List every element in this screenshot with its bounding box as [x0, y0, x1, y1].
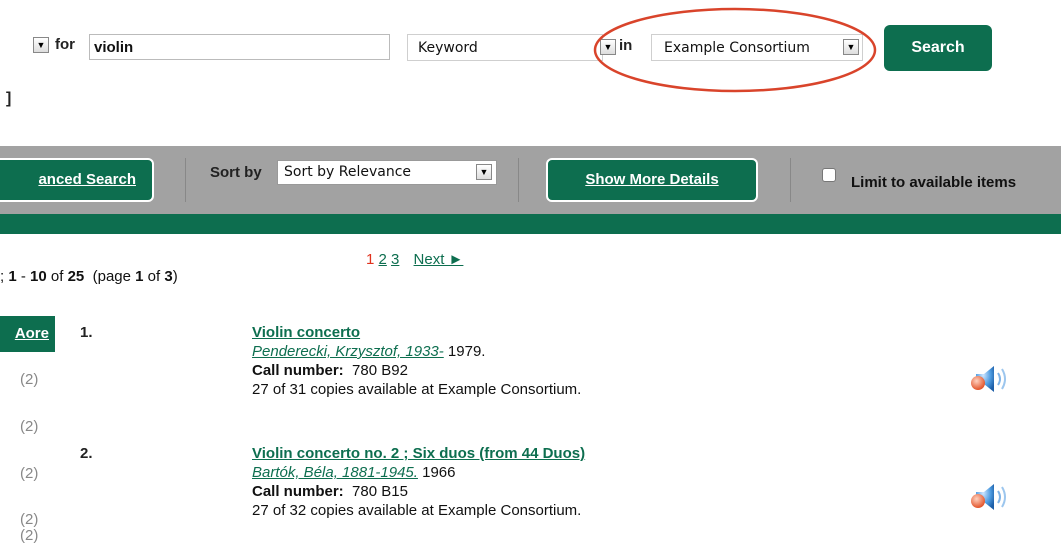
results-summary: ; 1 - 10 of 25 (page 1 of 3)	[0, 251, 178, 285]
advanced-search-button[interactable]: anced Search	[0, 158, 154, 202]
record-number: 2.	[80, 445, 93, 462]
record-author-line: Bartók, Béla, 1881-1945. 1966	[252, 464, 456, 481]
more-button-label: Aore	[14, 325, 49, 342]
results-total: 25	[67, 268, 85, 285]
record-number: 1.	[80, 324, 93, 341]
search-input[interactable]	[89, 34, 390, 60]
page-of: of	[143, 268, 165, 285]
more-button[interactable]: Aore	[0, 316, 55, 352]
limit-checkbox[interactable]	[822, 168, 836, 182]
record-call-number: Call number: 780 B92	[252, 362, 408, 379]
search-type-select[interactable]: Keyword	[407, 34, 603, 61]
page-link[interactable]: 3	[391, 251, 399, 268]
record-call-number: Call number: 780 B15	[252, 483, 408, 500]
facet-count: (2)	[20, 527, 39, 544]
facet-count: (2)	[20, 465, 39, 482]
call-number-label: Call number:	[252, 362, 344, 379]
sort-dropdown-arrow[interactable]: ▼	[476, 164, 492, 180]
field-dropdown-arrow[interactable]: ▼	[33, 37, 49, 53]
call-number-value: 780 B15	[352, 483, 408, 500]
record-year: 1966	[417, 464, 456, 481]
sort-select[interactable]: Sort by Relevance	[277, 160, 497, 185]
facet-count: (2)	[20, 418, 39, 435]
record-title-link[interactable]: Violin concerto no. 2 ; Six duos (from 4…	[252, 445, 585, 462]
facet-count: (2)	[20, 511, 39, 528]
next-page-link[interactable]: Next ►	[414, 251, 464, 268]
page-current: 1	[135, 268, 144, 285]
search-query-field[interactable]	[90, 35, 389, 59]
pagination: 1 2 3 Next ►	[366, 251, 463, 268]
record-availability: 27 of 32 copies available at Example Con…	[252, 502, 582, 519]
call-number-label: Call number:	[252, 483, 344, 500]
record-author-link[interactable]: Bartók, Béla, 1881-1945.	[252, 464, 418, 481]
page-link[interactable]: 2	[379, 251, 387, 268]
page-total: 3	[164, 268, 173, 285]
toolbar-divider	[185, 158, 186, 202]
range-separator: -	[16, 268, 31, 285]
record-author-line: Penderecki, Krzysztof, 1933- 1979.	[252, 343, 485, 360]
of-label: of	[46, 268, 68, 285]
search-button[interactable]: Search	[884, 25, 992, 71]
sort-value: Sort by Relevance	[284, 164, 412, 180]
range-start: 1	[8, 268, 17, 285]
record-year: 1979.	[443, 343, 486, 360]
page-link-current[interactable]: 1	[366, 251, 374, 268]
speaker-sound-icon[interactable]	[968, 362, 1014, 396]
toolbar-divider	[790, 158, 791, 202]
page-open: (page	[92, 268, 136, 285]
show-more-details-button[interactable]: Show More Details	[546, 158, 758, 202]
green-divider-bar	[0, 214, 1061, 234]
facet-count: (2)	[20, 371, 39, 388]
record-title-link[interactable]: Violin concerto	[252, 324, 360, 341]
sort-label: Sort by	[210, 164, 262, 181]
limit-label: Limit to available items	[851, 174, 1017, 191]
bracket-text: ]	[6, 90, 12, 107]
record-author-link[interactable]: Penderecki, Krzysztof, 1933-	[252, 343, 444, 360]
call-number-value: 780 B92	[352, 362, 408, 379]
for-label: for	[55, 36, 75, 53]
toolbar-divider	[518, 158, 519, 202]
search-type-value: Keyword	[418, 40, 478, 56]
speaker-sound-icon[interactable]	[968, 480, 1014, 514]
page-close: )	[172, 268, 178, 285]
range-end: 10	[30, 268, 47, 285]
record-availability: 27 of 31 copies available at Example Con…	[252, 381, 582, 398]
annotation-ellipse	[593, 7, 877, 93]
